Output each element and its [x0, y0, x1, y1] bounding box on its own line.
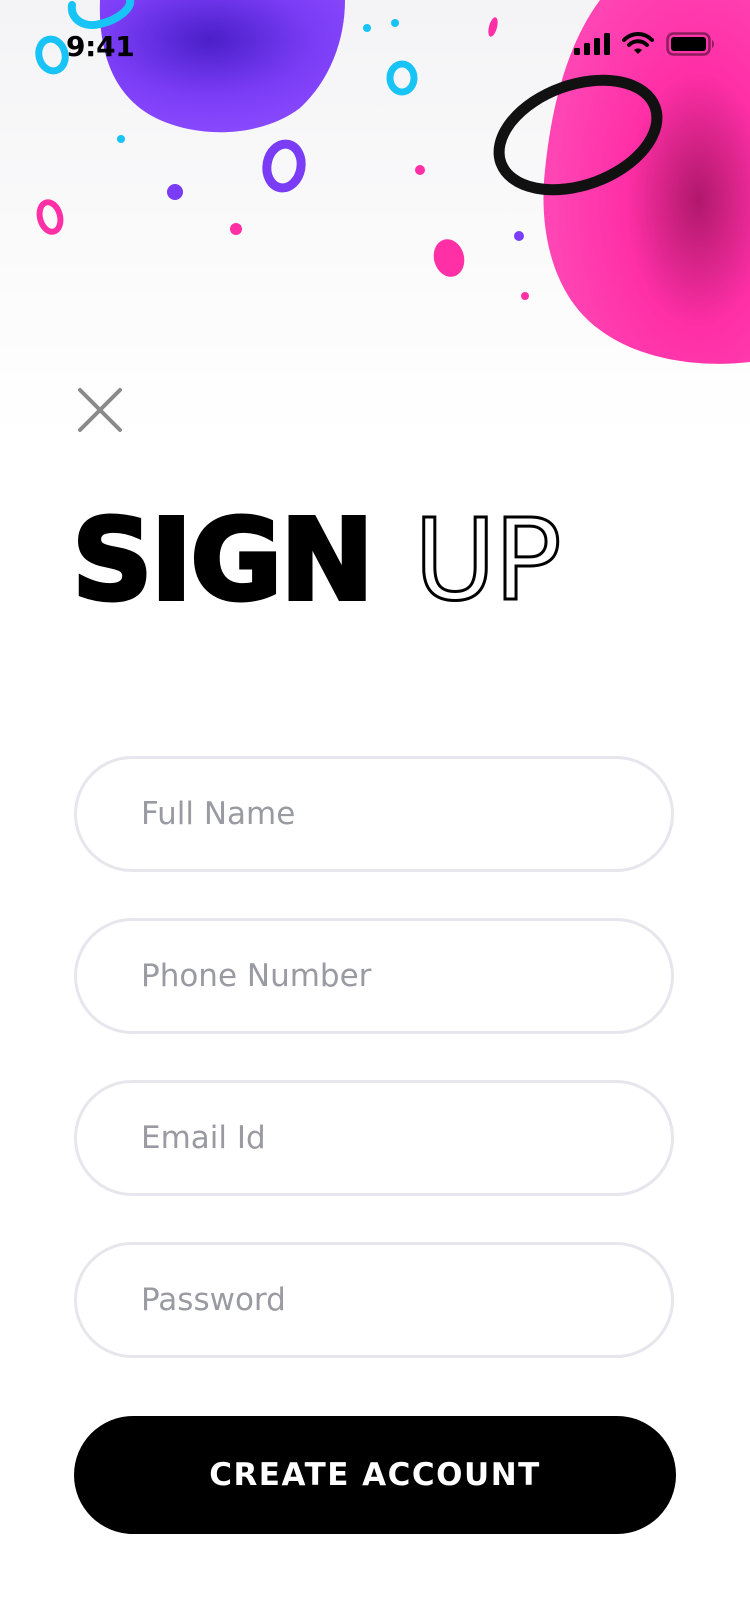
sign-up-screen: 9:41 SIGN UP Full Name Phone Number Emai…	[0, 0, 750, 1624]
phone-number-field	[74, 918, 674, 1034]
signal-icon	[574, 33, 610, 55]
status-icons	[574, 32, 716, 56]
password-input[interactable]	[77, 1245, 671, 1355]
close-button[interactable]	[74, 384, 126, 436]
wifi-icon	[622, 32, 654, 54]
phone-number-input[interactable]	[77, 921, 671, 1031]
status-bar: 9:41	[0, 0, 750, 96]
title-sign: SIGN	[70, 496, 376, 626]
status-time: 9:41	[66, 30, 135, 63]
email-input[interactable]	[77, 1083, 671, 1193]
create-account-button[interactable]: CREATE ACCOUNT	[74, 1416, 676, 1534]
close-icon	[78, 388, 122, 432]
full-name-input[interactable]	[77, 759, 671, 869]
full-name-field	[74, 756, 674, 872]
password-field	[74, 1242, 674, 1358]
page-title: SIGN UP	[70, 496, 563, 626]
title-up: UP	[413, 496, 563, 626]
email-field	[74, 1080, 674, 1196]
battery-icon	[666, 32, 714, 56]
